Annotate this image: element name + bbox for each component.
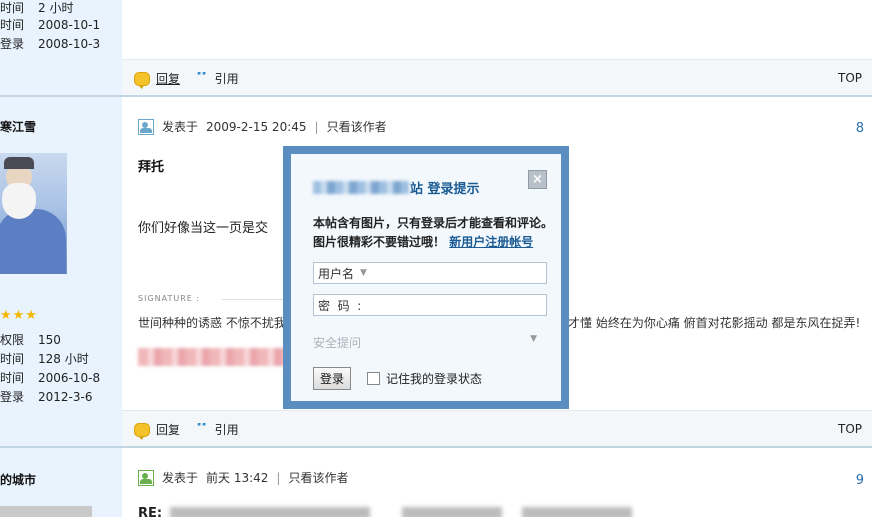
- reply-icon: [134, 422, 150, 440]
- forum-page: 时间 2 小时 时间 2008-10-1 登录 2008-10-3 寒江雪 ★★★ 权…: [0, 0, 872, 517]
- username-type-label[interactable]: 用户名: [318, 265, 354, 282]
- author-name[interactable]: 的城市: [0, 471, 36, 488]
- remember-login[interactable]: 记住我的登录状态: [367, 370, 482, 387]
- author-stat: 时间 2 小时: [0, 1, 74, 15]
- reply-icon: [134, 71, 150, 89]
- close-icon[interactable]: ×: [528, 170, 547, 189]
- blurred-title-text: [170, 507, 370, 517]
- author-column: 时间 2 小时 时间 2008-10-1 登录 2008-10-3 寒江雪 ★★★ 权…: [0, 0, 122, 517]
- author-stat: 时间 128 小时: [0, 352, 89, 366]
- signature-text: 才懂 始终在为你心痛 俯首对花影摇动 都是东风在捉弄!: [568, 316, 861, 330]
- reply-button[interactable]: 回复: [134, 70, 180, 89]
- username-input[interactable]: [370, 264, 546, 282]
- author-stat: 权限 150: [0, 333, 61, 347]
- quote-icon: “: [196, 422, 209, 437]
- author-stat: 时间 2008-10-1: [0, 18, 101, 32]
- post-action-bar: 回复 “ 引用 TOP: [122, 59, 872, 95]
- signature-text: 世间种种的诱惑 不惊不扰我: [138, 316, 286, 330]
- top-link[interactable]: TOP: [838, 422, 862, 436]
- author-name[interactable]: 寒江雪: [0, 118, 36, 135]
- blurred-site-name: [313, 181, 409, 194]
- post-body: 你们好像当这一页是交: [138, 221, 269, 236]
- blurred-title-text: [402, 507, 502, 517]
- quote-button[interactable]: “ 引用: [196, 421, 239, 438]
- author-stat: 时间 2006-10-8: [0, 371, 101, 385]
- remember-checkbox[interactable]: [367, 372, 380, 385]
- chevron-down-icon: ▼: [530, 334, 537, 344]
- floor-number[interactable]: 8: [856, 121, 864, 136]
- password-field[interactable]: 密 码 :: [313, 294, 547, 316]
- login-message: 本帖含有图片，只有登录后才能查看和评论。 图片很精彩不要错过哦！ 新用户注册帐号: [313, 216, 554, 249]
- post-author-icon: [138, 469, 154, 486]
- reply-button[interactable]: 回复: [134, 421, 180, 440]
- post-meta: 发表于 前天 13:42 | 只看该作者: [138, 469, 348, 486]
- post-title: 拜托: [138, 160, 165, 175]
- quote-button[interactable]: “ 引用: [196, 70, 239, 87]
- login-dialog-title: 站 登录提示: [313, 178, 480, 197]
- login-dialog: 站 登录提示 × 本帖含有图片，只有登录后才能查看和评论。 图片很精彩不要错过哦…: [283, 146, 569, 409]
- blurred-title-text: [522, 507, 632, 517]
- login-dialog-body: 站 登录提示 × 本帖含有图片，只有登录后才能查看和评论。 图片很精彩不要错过哦…: [291, 154, 561, 401]
- password-label: 密 码 :: [318, 298, 362, 313]
- blurred-signature-image: [138, 348, 286, 366]
- author-stat: 登录 2012-3-6: [0, 390, 93, 404]
- signature-label: SIGNATURE :: [138, 294, 201, 303]
- floor-number[interactable]: 9: [856, 473, 864, 488]
- post-title: RE:: [138, 506, 163, 517]
- only-author-link[interactable]: 只看该作者: [288, 469, 348, 486]
- rank-stars-icon: ★★★: [0, 308, 38, 323]
- register-link[interactable]: 新用户注册帐号: [449, 235, 533, 249]
- chevron-down-icon[interactable]: ▼: [360, 268, 367, 278]
- username-field[interactable]: 用户名 ▼: [313, 262, 547, 284]
- login-button[interactable]: 登录: [313, 367, 351, 390]
- author-stat: 登录 2008-10-3: [0, 37, 101, 51]
- avatar[interactable]: [0, 153, 67, 274]
- post-author-icon: [138, 118, 154, 135]
- post-action-bar: 回复 “ 引用 TOP: [122, 410, 872, 446]
- quote-icon: “: [196, 71, 209, 86]
- only-author-link[interactable]: 只看该作者: [327, 118, 387, 135]
- password-input[interactable]: [361, 296, 546, 314]
- post-meta: 发表于 2009-2-15 20:45 | 只看该作者: [138, 118, 387, 135]
- security-question-select[interactable]: 安全提问 ▼: [313, 334, 541, 351]
- avatar[interactable]: [0, 506, 92, 517]
- top-link[interactable]: TOP: [838, 71, 862, 85]
